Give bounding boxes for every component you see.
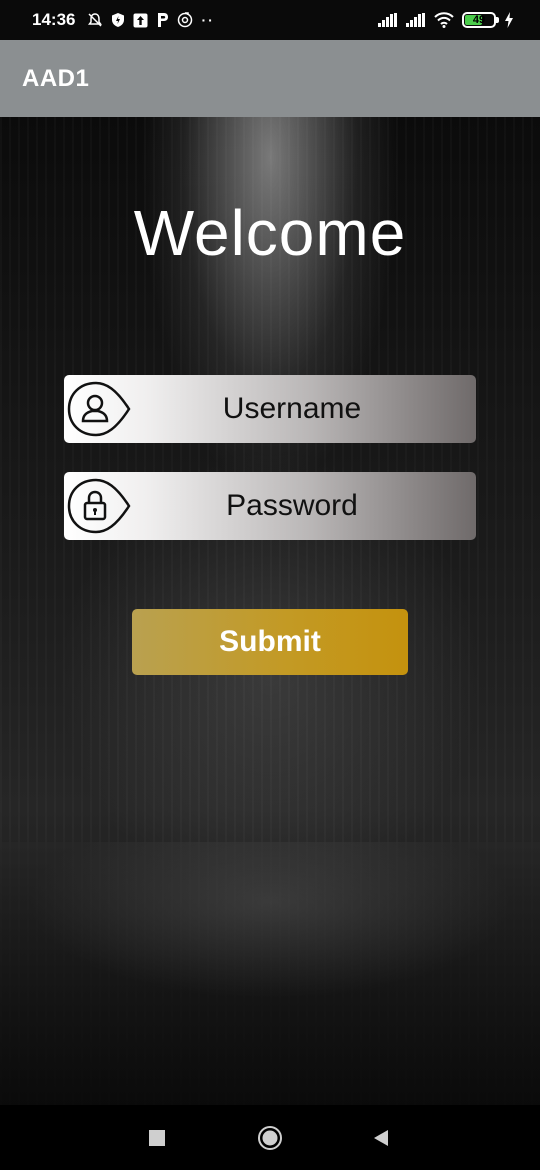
status-time: 14:36 <box>32 10 76 29</box>
music-icon <box>177 12 193 28</box>
username-input[interactable]: Username <box>134 375 476 443</box>
lock-icon <box>66 476 132 536</box>
upload-icon <box>133 13 148 28</box>
more-dots-icon: ·· <box>201 12 215 28</box>
user-icon <box>66 379 132 439</box>
back-triangle-icon[interactable] <box>368 1125 394 1151</box>
wifi-icon <box>434 12 454 28</box>
app-title: AAD1 <box>22 64 90 92</box>
status-left: 14:36 ·· <box>32 10 215 30</box>
home-circle-icon[interactable] <box>257 1125 283 1151</box>
recents-square-icon[interactable] <box>144 1125 170 1151</box>
password-input[interactable]: Password <box>134 472 476 540</box>
submit-button[interactable]: Submit <box>132 609 408 675</box>
username-field[interactable]: Username <box>64 375 476 443</box>
background-floor <box>0 842 540 1105</box>
app-bar: AAD1 <box>0 40 540 117</box>
bell-off-icon <box>87 12 103 28</box>
welcome-heading: Welcome <box>133 197 407 269</box>
signal-icon-2 <box>406 13 426 27</box>
status-right: 49 <box>378 12 514 28</box>
battery-icon: 49 <box>462 12 499 28</box>
battery-percent: 49 <box>472 14 486 26</box>
signal-icon <box>378 13 398 27</box>
charging-icon <box>504 12 514 28</box>
p-icon <box>156 12 169 28</box>
password-field[interactable]: Password <box>64 472 476 540</box>
status-bar: 14:36 ·· 49 <box>0 0 540 40</box>
nav-bar <box>0 1105 540 1170</box>
shield-icon <box>111 12 125 28</box>
